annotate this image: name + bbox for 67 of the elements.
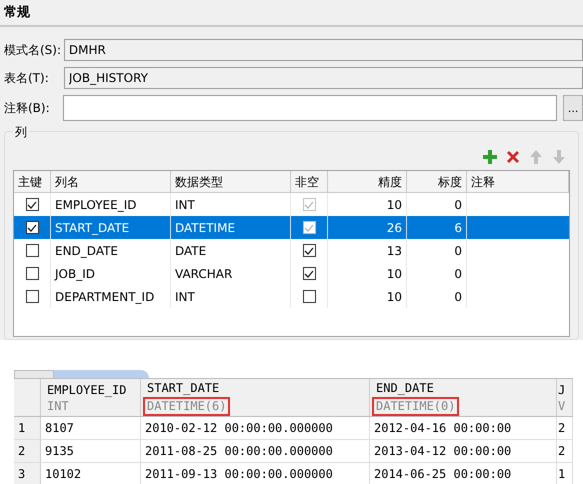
table-cell: DEPARTMENT_ID [51,285,171,308]
table-cell: 8107 [41,417,141,439]
section-title: 常规 [4,4,30,22]
row-number: 1 [14,417,41,439]
column-header[interactable]: 注释 [467,171,569,193]
table-cell: 10 [328,285,407,308]
table-cell: 10 [328,262,407,285]
checkbox[interactable] [302,290,316,303]
table-cell: 9135 [41,440,141,462]
row-number: 2 [14,440,41,462]
column-header[interactable]: 数据类型 [171,171,291,193]
column-name: START_DATE [147,380,220,396]
row-number: 3 [14,463,41,484]
table-row[interactable]: END_DATE DATE 13 0 [14,239,569,262]
table-cell: VARCHAR [171,262,291,285]
table-cell: 2 [557,440,573,462]
checkbox[interactable] [26,198,38,211]
table-cell: 2 [557,417,573,439]
checkbox[interactable] [26,267,38,280]
table-cell: 1 [557,463,573,484]
table-cell: 2010-02-12 00:00:00.000000 [141,417,370,439]
checkbox[interactable] [26,221,38,234]
column-name: J [558,382,566,398]
table-row[interactable]: START_DATE DATETIME 26 6 [14,216,569,239]
column-type: V [558,398,566,414]
column-header[interactable]: 列名 [51,171,171,193]
table-cell: INT [171,285,291,308]
table-cell: 2012-04-16 00:00:00 [370,417,557,439]
delete-icon[interactable] [505,148,522,166]
table-cell: START_DATE [51,216,171,239]
table-cell: 2014-06-25 00:00:00 [370,463,557,484]
table-cell: 2013-04-12 00:00:00 [370,440,557,462]
column-name: END_DATE [376,380,435,396]
column-header[interactable]: 精度 [328,171,407,193]
checkbox[interactable] [26,290,38,303]
column-type: DATETIME(0) [372,396,460,416]
checkbox[interactable] [26,244,38,257]
input-field[interactable] [63,95,558,121]
table-cell: 2011-08-25 00:00:00.000000 [141,440,370,462]
input-field[interactable]: DMHR [64,39,583,61]
table-cell: END_DATE [51,239,171,262]
table-cell: 26 [328,216,407,239]
table-cell: 13 [328,239,407,262]
table-cell: 0 [407,239,467,262]
table-row[interactable]: DEPARTMENT_ID INT 10 0 [14,285,569,308]
add-icon[interactable] [482,148,499,166]
column-type: INT [47,398,69,414]
table-row[interactable]: JOB_ID VARCHAR 10 0 [14,262,569,285]
field-label: 注释(B): [4,100,51,117]
table-cell: JOB_ID [51,262,171,285]
browse-button[interactable]: ... [563,95,583,121]
checkbox[interactable] [302,267,316,280]
table-cell: 0 [407,285,467,308]
table-cell: 2011-09-13 00:00:00.000000 [141,463,370,484]
column-header[interactable]: 主键 [14,171,51,193]
field-label: 表名(T): [4,70,50,87]
table-cell: DATE [171,239,291,262]
table-cell: 6 [407,216,467,239]
table-cell: 10102 [41,463,141,484]
column-name: EMPLOYEE_ID [47,382,128,398]
column-header[interactable]: 标度 [407,171,467,193]
table-cell: DATETIME [171,216,291,239]
field-label: 模式名(S): [4,42,62,59]
column-header[interactable]: 非空 [291,171,328,193]
table-cell: 0 [407,262,467,285]
column-type: DATETIME(6) [143,396,230,416]
checkbox[interactable] [302,244,316,257]
